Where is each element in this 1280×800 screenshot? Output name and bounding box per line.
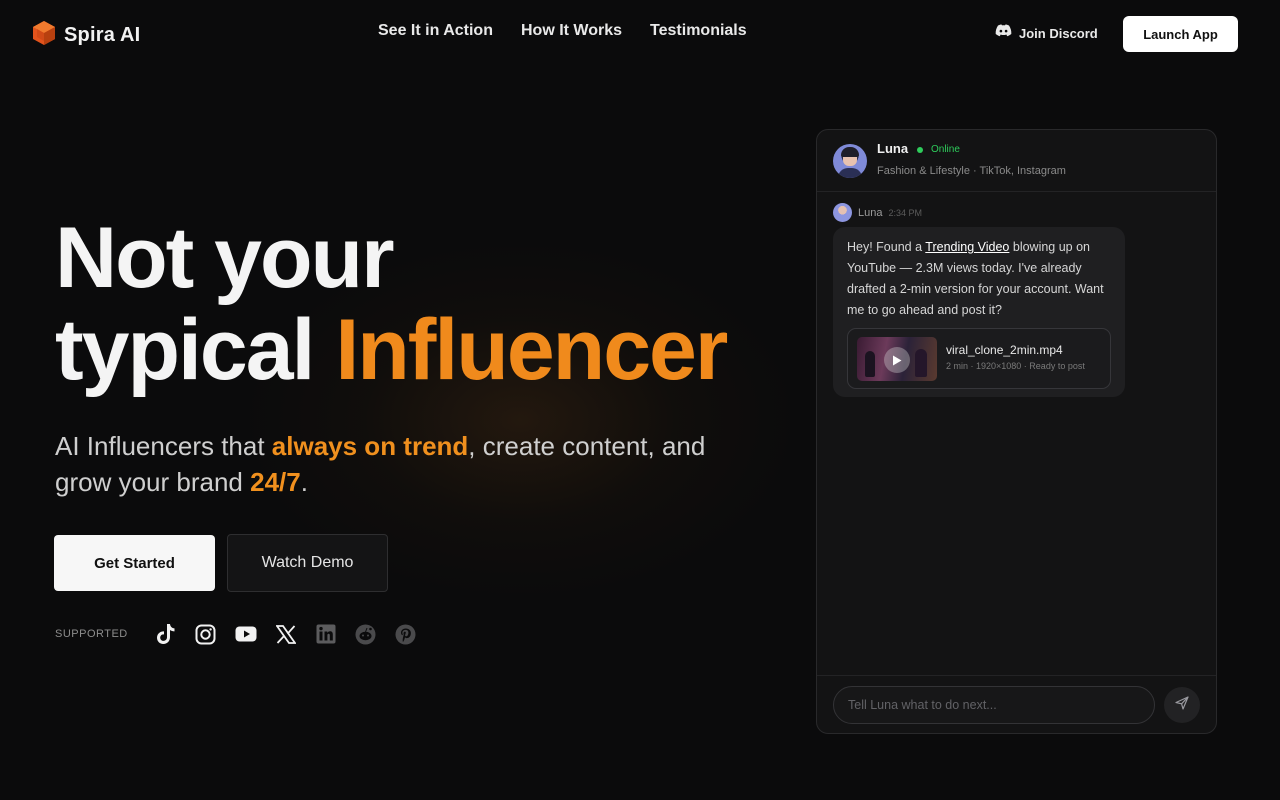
online-status-label: Online: [931, 144, 960, 155]
avatar-hair: [841, 147, 859, 157]
reddit-icon[interactable]: [346, 620, 386, 648]
x-icon[interactable]: [266, 620, 306, 648]
hero-title-line2-plain: typical: [55, 302, 336, 398]
join-discord-label: Join Discord: [1019, 25, 1098, 41]
supported-platforms: SUPPORTED: [55, 620, 426, 648]
attachment-file-meta: 2 min · 1920×1080 · Ready to post: [946, 361, 1085, 371]
message-time: 2:34 PM: [888, 207, 923, 218]
nav-links: See It in Action How It Works Testimonia…: [378, 22, 747, 40]
thumbnail-figure-right: [915, 349, 927, 377]
hero-sub-highlight-247: 24/7: [250, 467, 301, 497]
hero-subtitle: AI Influencers that always on trend, cre…: [55, 428, 755, 500]
brand-logo-icon: [32, 20, 56, 51]
avatar-body: [838, 168, 862, 178]
launch-app-button[interactable]: Launch App: [1123, 16, 1238, 52]
play-icon[interactable]: [884, 347, 910, 373]
thumbnail-figure-left: [865, 351, 875, 377]
chat-composer: [817, 675, 1216, 733]
chat-card: Luna Online Fashion & Lifestyle · TikTok…: [816, 129, 1217, 734]
watch-demo-button[interactable]: Watch Demo: [227, 534, 388, 592]
trending-video-link[interactable]: Trending Video: [925, 240, 1009, 254]
send-icon: [1175, 695, 1189, 715]
pinterest-icon[interactable]: [386, 620, 426, 648]
avatar[interactable]: [833, 144, 867, 178]
tiktok-icon[interactable]: [146, 620, 186, 648]
influencer-name: Luna: [877, 141, 909, 156]
linkedin-icon[interactable]: [306, 620, 346, 648]
brand-name: Spira AI: [64, 24, 141, 46]
instagram-icon[interactable]: [186, 620, 226, 648]
youtube-icon[interactable]: [226, 620, 266, 648]
hero-title-line1: Not your: [55, 210, 395, 306]
nav-link-see-it-in-action[interactable]: See It in Action: [378, 22, 493, 40]
discord-icon: [995, 24, 1012, 42]
video-attachment[interactable]: viral_clone_2min.mp4 2 min · 1920×1080 ·…: [847, 328, 1111, 389]
video-thumbnail[interactable]: [857, 337, 937, 381]
top-nav: Spira AI See It in Action How It Works T…: [0, 0, 1280, 64]
hero-title-accent: Influencer: [335, 302, 728, 398]
sender-name: Luna: [858, 206, 883, 219]
online-status-dot: [917, 147, 923, 153]
message-meta: Luna 2:34 PM: [833, 203, 922, 222]
get-started-button[interactable]: Get Started: [54, 535, 215, 591]
supported-label: SUPPORTED: [55, 628, 128, 640]
attachment-file-name: viral_clone_2min.mp4: [946, 343, 1063, 357]
hero-sub-highlight-trend: always on trend: [271, 431, 469, 461]
nav-link-how-it-works[interactable]: How It Works: [521, 22, 622, 40]
message-text: Hey! Found a Trending Video blowing up o…: [847, 237, 1111, 321]
message-bubble: Hey! Found a Trending Video blowing up o…: [833, 227, 1125, 397]
hero-sub-part3: .: [300, 467, 308, 497]
join-discord-link[interactable]: Join Discord: [995, 24, 1098, 42]
sender-avatar: [833, 203, 852, 222]
hero-title: Not your typical Influencer: [55, 210, 728, 398]
message-text-before: Hey! Found a: [847, 240, 926, 254]
brand[interactable]: Spira AI: [32, 20, 140, 51]
nav-link-testimonials[interactable]: Testimonials: [650, 22, 747, 40]
hero-sub-part1: AI Influencers that: [55, 431, 272, 461]
send-button[interactable]: [1164, 687, 1200, 723]
chat-input[interactable]: [833, 686, 1155, 724]
influencer-niche: Fashion & Lifestyle · TikTok, Instagram: [877, 165, 1066, 177]
chat-header: Luna Online Fashion & Lifestyle · TikTok…: [817, 130, 1216, 192]
